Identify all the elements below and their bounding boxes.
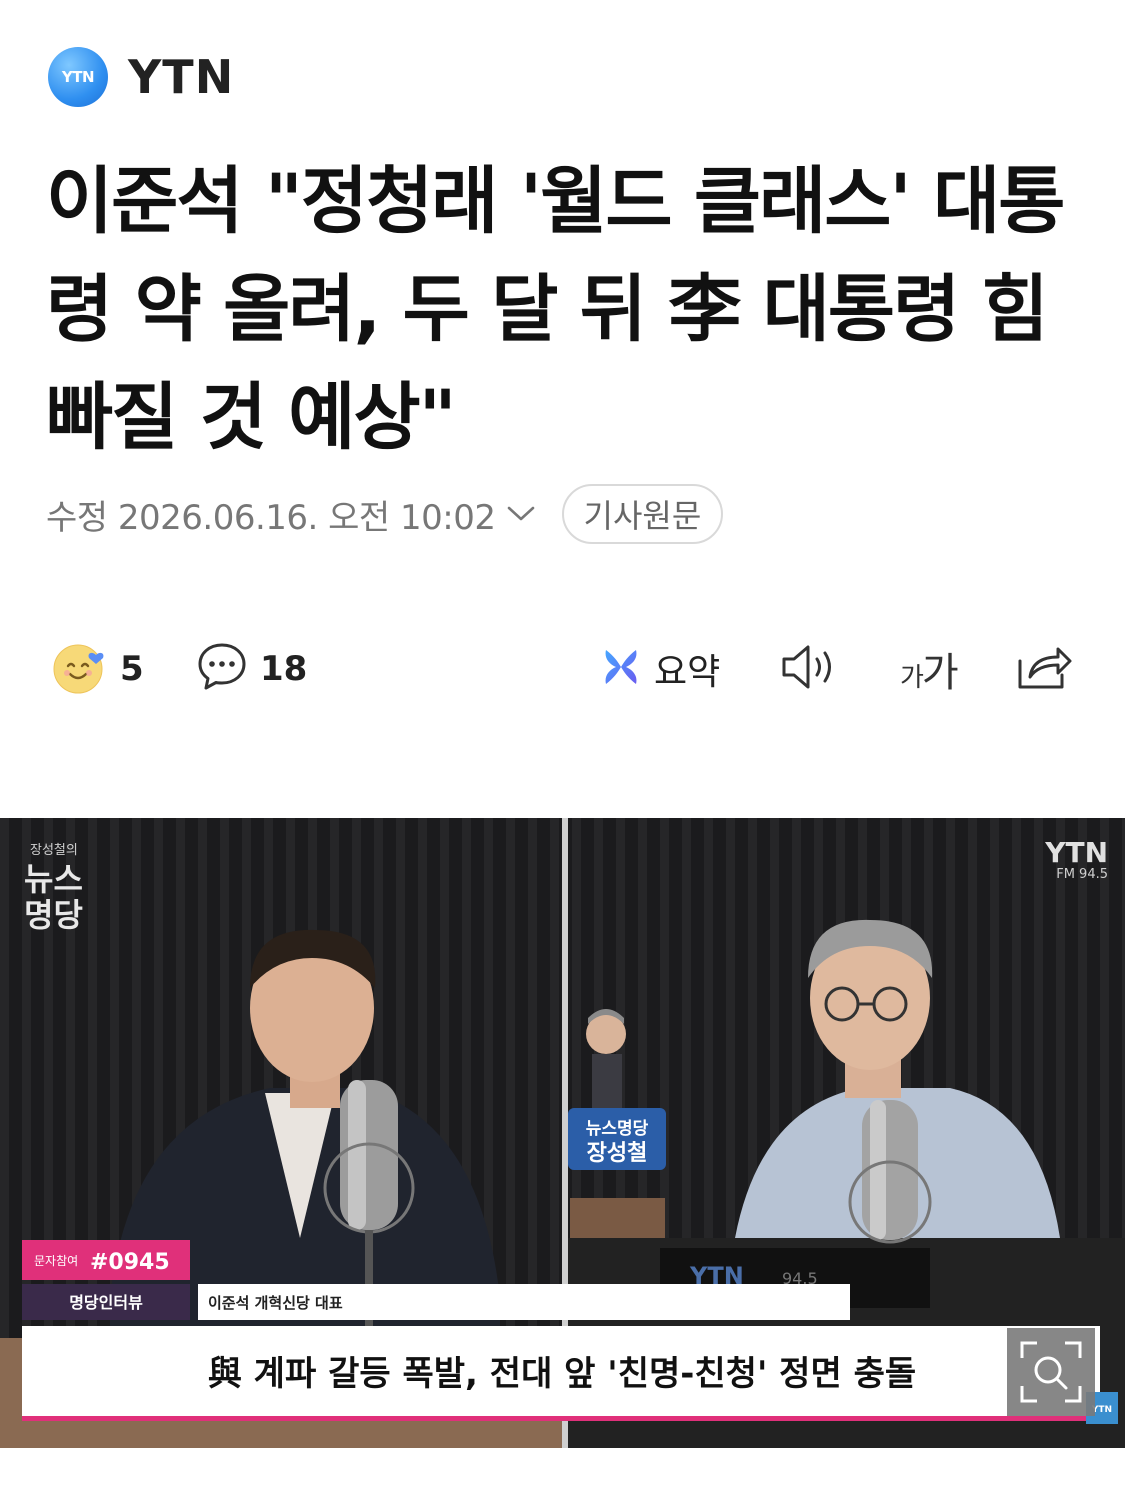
article-action-bar: 5 18 요약 가가 [0, 636, 1125, 702]
svg-text:명당: 명당 [24, 896, 83, 934]
svg-text:이준석 개혁신당 대표: 이준석 개혁신당 대표 [208, 1294, 343, 1312]
zoom-search-icon[interactable] [1007, 1328, 1095, 1416]
article-date: 수정 2026.06.16. 오전 10:02 [46, 497, 496, 538]
svg-text:뉴스명당: 뉴스명당 [586, 1119, 649, 1139]
press-logo-icon[interactable]: YTN [48, 47, 108, 107]
segment-caption: 명당인터뷰 이준석 개혁신당 대표 [22, 1284, 850, 1320]
text-participation-tag: 문자참여 #0945 [22, 1240, 190, 1280]
svg-text:#0945: #0945 [90, 1250, 170, 1275]
smile-heart-icon [52, 639, 108, 699]
article-meta: 수정 2026.06.16. 오전 10:02 기사원문 [46, 484, 724, 544]
svg-text:문자참여: 문자참여 [34, 1254, 78, 1268]
headline-caption: 與 계파 갈등 폭발, 전대 앞 '친명-친청' 정면 충돌 [22, 1326, 1100, 1421]
font-size-label: 가가 [900, 650, 959, 696]
press-name[interactable]: YTN [128, 50, 234, 104]
comment-bubble-icon [196, 641, 248, 697]
article-photo[interactable]: 장성철의 뉴스 명당 YTN FM 94.5 뉴스명당 장성철 YTN 94.5… [0, 818, 1125, 1448]
share-icon [1014, 641, 1074, 697]
svg-text:장성철: 장성철 [587, 1141, 648, 1166]
summary-button[interactable]: 요약 [600, 636, 720, 702]
reaction-button[interactable]: 5 [52, 636, 144, 702]
comment-count: 18 [260, 649, 308, 689]
svg-text:뉴스: 뉴스 [24, 860, 83, 898]
article-title: 이준석 "정청래 '월드 클래스' 대통령 약 올려, 두 달 뒤 李 대통령 … [46, 159, 1065, 460]
comment-button[interactable]: 18 [196, 636, 307, 702]
ai-summary-icon [600, 646, 642, 692]
reaction-count: 5 [120, 649, 144, 689]
svg-text:명당인터뷰: 명당인터뷰 [69, 1293, 143, 1312]
svg-text:FM 94.5: FM 94.5 [1056, 867, 1108, 882]
font-size-button[interactable]: 가가 [900, 636, 959, 702]
original-article-button[interactable]: 기사원문 [561, 484, 724, 544]
svg-text:與 계파 갈등 폭발, 전대 앞 '친명-친청' 정면 충돌: 與 계파 갈등 폭발, 전대 앞 '친명-친청' 정면 충돌 [208, 1354, 916, 1394]
svg-text:YTN: YTN [1044, 836, 1108, 869]
summary-label: 요약 [654, 652, 721, 693]
chevron-down-icon[interactable] [506, 504, 536, 524]
show-logo: 장성철의 뉴스 명당 [24, 843, 83, 934]
text-to-speech-button[interactable] [780, 636, 840, 702]
share-button[interactable] [1014, 636, 1074, 702]
speaker-icon [780, 641, 840, 697]
svg-text:장성철의: 장성철의 [30, 843, 78, 858]
press-header[interactable]: YTN YTN [48, 46, 234, 108]
